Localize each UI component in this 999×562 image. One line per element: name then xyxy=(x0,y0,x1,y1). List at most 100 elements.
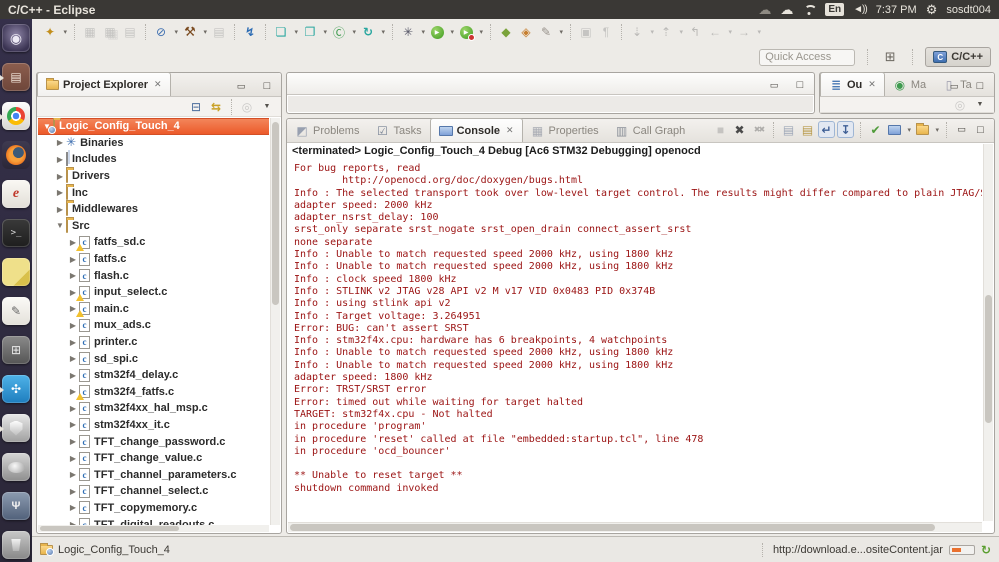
tree-item-tft_copymemory.c[interactable]: ▶ c TFT_copymemory.c xyxy=(38,500,269,517)
tab-call-graph[interactable]: Call Graph xyxy=(607,119,694,142)
tab-ma[interactable]: Ma xyxy=(885,73,934,96)
clock[interactable]: 7:37 PM xyxy=(876,4,917,16)
minimize-icon[interactable] xyxy=(765,76,783,94)
tab-console[interactable]: Console ✕ xyxy=(429,118,523,142)
chevron-down-icon[interactable]: ▾ xyxy=(559,28,563,36)
expand-arrow-icon[interactable]: ▶ xyxy=(55,172,65,181)
tab-problems[interactable]: Problems xyxy=(287,119,367,142)
expand-arrow-icon[interactable]: ▶ xyxy=(55,188,65,197)
link-editor-icon[interactable] xyxy=(207,98,225,116)
project-tree-scrollbar[interactable] xyxy=(270,118,280,525)
upload-cloud-icon[interactable]: ☁ xyxy=(758,3,771,16)
tab-project-explorer[interactable]: Project Explorer ✕ xyxy=(37,72,171,96)
project-tree-hscrollbar[interactable] xyxy=(38,525,269,532)
chevron-down-icon[interactable]: ▾ xyxy=(650,28,654,36)
chevron-down-icon[interactable]: ▾ xyxy=(479,28,483,36)
maximize-icon[interactable] xyxy=(258,77,276,95)
open-perspective-button[interactable] xyxy=(881,48,899,66)
view-menu-icon[interactable] xyxy=(258,98,276,116)
tree-item-sd_spi.c[interactable]: ▶ c sd_spi.c xyxy=(38,350,269,367)
tree-item-fatfs.c[interactable]: ▶ c fatfs.c xyxy=(38,251,269,268)
tab-ou[interactable]: Ou ✕ xyxy=(820,72,885,96)
expand-arrow-icon[interactable]: ▶ xyxy=(68,420,78,429)
calculator-icon[interactable]: ⊞ xyxy=(2,336,30,364)
cloud-icon[interactable]: ☁ xyxy=(780,3,793,16)
expand-arrow-icon[interactable]: ▶ xyxy=(55,138,65,147)
remove-launch-icon[interactable] xyxy=(731,121,748,138)
notes-icon[interactable] xyxy=(2,258,30,286)
chevron-down-icon[interactable]: ▾ xyxy=(728,28,732,36)
tree-item-binaries[interactable]: ▶ ✳ Binaries xyxy=(38,135,269,152)
chevron-down-icon[interactable]: ▾ xyxy=(323,28,327,36)
expand-arrow-icon[interactable]: ▶ xyxy=(68,371,78,380)
minimize-icon[interactable] xyxy=(953,121,970,138)
minimize-icon[interactable] xyxy=(945,77,963,95)
minimize-icon[interactable] xyxy=(232,77,250,95)
dash-icon[interactable]: ◉ xyxy=(2,24,30,52)
wifi-icon[interactable] xyxy=(802,5,816,15)
scrollbar-thumb[interactable] xyxy=(985,294,992,423)
expand-arrow-icon[interactable]: ▶ xyxy=(68,338,78,347)
collapse-arrow-icon[interactable]: ▼ xyxy=(55,221,65,230)
chevron-down-icon[interactable]: ▾ xyxy=(203,28,207,36)
scrollbar-thumb[interactable] xyxy=(290,524,936,531)
disk-icon[interactable] xyxy=(2,453,30,481)
tree-item-stm32f4_delay.c[interactable]: ▶ c stm32f4_delay.c xyxy=(38,367,269,384)
pin-console-icon[interactable] xyxy=(867,121,884,138)
close-icon[interactable]: ✕ xyxy=(506,125,514,136)
tree-item-tft_change_value.c[interactable]: ▶ c TFT_change_value.c xyxy=(38,450,269,467)
expand-arrow-icon[interactable]: ▶ xyxy=(55,205,65,214)
tree-item-printer.c[interactable]: ▶ c printer.c xyxy=(38,334,269,351)
expand-arrow-icon[interactable]: ▶ xyxy=(55,155,65,164)
close-icon[interactable]: ✕ xyxy=(154,79,162,90)
scroll-output-icon[interactable] xyxy=(837,121,854,138)
tree-item-input_select.c[interactable]: ▶ c input_select.c xyxy=(38,284,269,301)
refresh-icon[interactable]: ▾ xyxy=(359,23,385,41)
tree-item-flash.c[interactable]: ▶ c flash.c xyxy=(38,267,269,284)
volume-icon[interactable]: ◄)) xyxy=(853,4,868,15)
flash-tool-icon[interactable] xyxy=(241,23,259,41)
expand-arrow-icon[interactable]: ▶ xyxy=(68,487,78,496)
tree-item-middlewares[interactable]: ▶ Middlewares xyxy=(38,201,269,218)
tab-properties[interactable]: Properties xyxy=(523,119,607,142)
maximize-icon[interactable] xyxy=(791,76,809,94)
keyboard-layout-indicator[interactable]: En xyxy=(825,3,845,16)
view-menu-icon[interactable] xyxy=(971,96,989,114)
docviewer-icon[interactable]: e xyxy=(2,180,30,208)
background-jobs-icon[interactable]: ↻ xyxy=(981,543,991,557)
word-wrap-icon[interactable] xyxy=(818,121,835,138)
expand-arrow-icon[interactable]: ▶ xyxy=(68,354,78,363)
expand-arrow-icon[interactable]: ▶ xyxy=(68,271,78,280)
expand-arrow-icon[interactable]: ▶ xyxy=(68,454,78,463)
files-icon[interactable]: ▤ xyxy=(2,63,30,91)
tree-item-stm32f4_fatfs.c[interactable]: ▶ c stm32f4_fatfs.c xyxy=(38,384,269,401)
tree-item-stm32f4xx_hal_msp.c[interactable]: ▶ c stm32f4xx_hal_msp.c xyxy=(38,400,269,417)
scrollbar-thumb[interactable] xyxy=(272,122,279,306)
shield-icon[interactable] xyxy=(2,414,30,442)
usb-icon[interactable]: Ψ xyxy=(2,492,30,520)
scroll-lock-icon[interactable] xyxy=(799,121,816,138)
collapse-all-icon[interactable] xyxy=(187,98,205,116)
new-wizard-icon[interactable]: ▾ xyxy=(41,23,67,41)
debug-hw-icon[interactable]: ▾ xyxy=(152,23,178,41)
tree-item-tft_change_password.c[interactable]: ▶ c TFT_change_password.c xyxy=(38,433,269,450)
expand-arrow-icon[interactable]: ▶ xyxy=(68,404,78,413)
tab-tasks[interactable]: Tasks xyxy=(367,119,429,142)
chevron-down-icon[interactable]: ▾ xyxy=(381,28,385,36)
progress-bar[interactable] xyxy=(948,544,975,555)
console-hscrollbar[interactable] xyxy=(288,522,982,532)
expand-arrow-icon[interactable]: ▶ xyxy=(68,321,78,330)
tree-item-fatfs_sd.c[interactable]: ▶ c fatfs_sd.c xyxy=(38,234,269,251)
scrollbar-thumb[interactable] xyxy=(40,526,179,531)
texteditor-icon[interactable]: ✎ xyxy=(2,297,30,325)
open-console-icon[interactable]: ▾ xyxy=(914,121,939,138)
session-gear-icon[interactable]: ⚙ xyxy=(926,2,938,18)
tree-item-includes[interactable]: ▶ Includes xyxy=(38,151,269,168)
maximize-icon[interactable] xyxy=(971,77,989,95)
chevron-down-icon[interactable]: ▾ xyxy=(294,28,298,36)
new-class-icon[interactable]: ▾ xyxy=(330,23,356,41)
chevron-down-icon[interactable]: ▾ xyxy=(352,28,356,36)
tree-item-tft_channel_parameters.c[interactable]: ▶ c TFT_channel_parameters.c xyxy=(38,466,269,483)
tree-item-tft_digital_readouts.c[interactable]: ▶ c TFT_digital_readouts.c xyxy=(38,516,269,525)
expand-arrow-icon[interactable]: ▶ xyxy=(68,470,78,479)
